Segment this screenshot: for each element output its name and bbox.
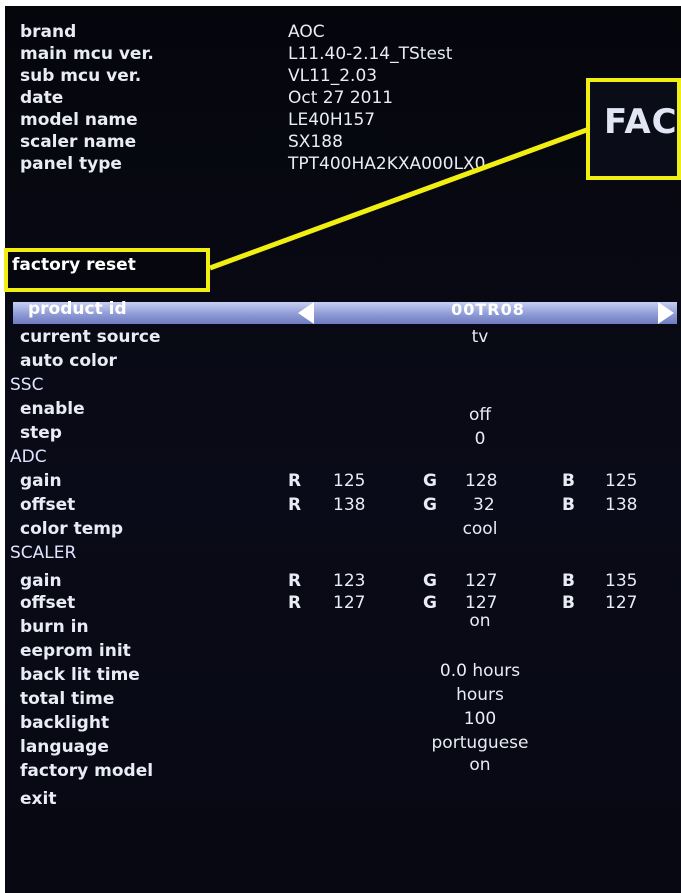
- callout-leader-line: [209, 125, 593, 271]
- zoom-inset-text: FAC: [604, 102, 678, 142]
- factory-reset-label[interactable]: factory reset: [12, 255, 136, 275]
- leader-line: [209, 125, 593, 271]
- zoom-inset: FAC: [586, 78, 681, 180]
